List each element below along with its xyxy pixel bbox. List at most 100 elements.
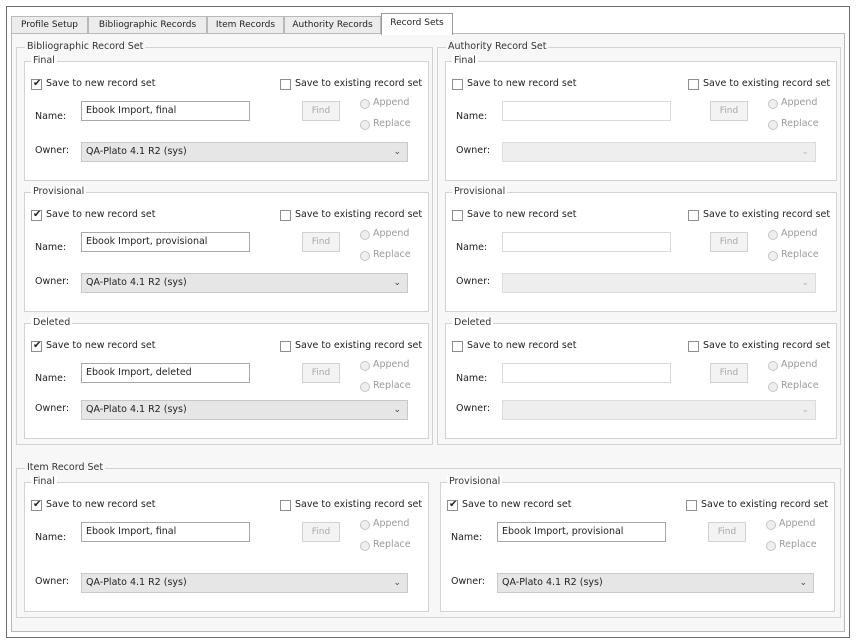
find-button[interactable]: Find bbox=[708, 522, 746, 542]
owner-value: QA-Plato 4.1 R2 (sys) bbox=[86, 277, 187, 288]
replace-radio[interactable] bbox=[768, 251, 778, 261]
save-to-new-record-set-checkbox[interactable] bbox=[452, 79, 463, 90]
owner-value: QA-Plato 4.1 R2 (sys) bbox=[86, 404, 187, 415]
save-to-existing-record-set-checkbox[interactable] bbox=[688, 341, 699, 352]
append-label: Append bbox=[373, 518, 410, 529]
save-to-existing-record-set-checkbox[interactable] bbox=[686, 500, 697, 511]
check-icon: ✔ bbox=[33, 78, 42, 89]
append-radio[interactable] bbox=[360, 99, 370, 109]
group-title: Item Record Set bbox=[25, 462, 106, 473]
append-radio[interactable] bbox=[360, 520, 370, 530]
name-label: Name: bbox=[35, 373, 67, 384]
chevron-down-icon: ⌄ bbox=[801, 147, 809, 157]
append-label: Append bbox=[781, 228, 818, 239]
save-to-new-record-set-checkbox[interactable]: ✔ bbox=[31, 340, 42, 352]
owner-label: Owner: bbox=[456, 276, 491, 287]
find-button[interactable]: Find bbox=[302, 232, 340, 252]
tab-record-sets[interactable]: Record Sets bbox=[381, 13, 453, 35]
authority-deleted-section: Deleted Save to new record set Save to e… bbox=[445, 317, 837, 439]
record-set-name-input[interactable] bbox=[502, 101, 671, 121]
record-set-name-input[interactable] bbox=[502, 363, 671, 383]
replace-radio[interactable] bbox=[360, 382, 370, 392]
append-radio[interactable] bbox=[360, 230, 370, 240]
owner-label: Owner: bbox=[451, 576, 486, 587]
save-to-existing-record-set-checkbox[interactable] bbox=[280, 500, 291, 511]
group-title: Authority Record Set bbox=[446, 41, 549, 52]
owner-label: Owner: bbox=[35, 403, 70, 414]
bibliographic-final-section: Final ✔ Save to new record set Save to e… bbox=[24, 55, 429, 181]
save-to-new-record-set-label: Save to new record set bbox=[467, 78, 577, 89]
owner-label: Owner: bbox=[35, 576, 70, 587]
owner-select[interactable]: QA-Plato 4.1 R2 (sys) ⌄ bbox=[81, 273, 408, 293]
tab-item-records[interactable]: Item Records bbox=[207, 16, 284, 34]
save-to-new-record-set-label: Save to new record set bbox=[46, 209, 156, 220]
replace-radio[interactable] bbox=[360, 541, 370, 551]
chevron-down-icon: ⌄ bbox=[801, 405, 809, 415]
append-radio[interactable] bbox=[768, 230, 778, 240]
owner-select[interactable]: ⌄ bbox=[502, 142, 816, 162]
save-to-new-record-set-checkbox[interactable]: ✔ bbox=[447, 499, 458, 511]
owner-value: QA-Plato 4.1 R2 (sys) bbox=[502, 577, 603, 588]
replace-label: Replace bbox=[373, 249, 411, 260]
replace-radio[interactable] bbox=[360, 120, 370, 130]
record-sets-panel: Bibliographic Record Set Authority Recor… bbox=[11, 33, 845, 632]
append-label: Append bbox=[373, 97, 410, 108]
append-label: Append bbox=[779, 518, 816, 529]
save-to-new-record-set-label: Save to new record set bbox=[46, 340, 156, 351]
append-radio[interactable] bbox=[766, 520, 776, 530]
append-radio[interactable] bbox=[768, 99, 778, 109]
record-set-name-input[interactable]: Ebook Import, provisional bbox=[497, 522, 666, 542]
record-set-name-input[interactable]: Ebook Import, final bbox=[81, 522, 250, 542]
find-button[interactable]: Find bbox=[710, 101, 748, 121]
owner-label: Owner: bbox=[456, 145, 491, 156]
save-to-new-record-set-checkbox[interactable]: ✔ bbox=[31, 209, 42, 221]
save-to-new-record-set-label: Save to new record set bbox=[467, 209, 577, 220]
save-to-existing-record-set-checkbox[interactable] bbox=[280, 210, 291, 221]
owner-select[interactable]: QA-Plato 4.1 R2 (sys) ⌄ bbox=[497, 573, 814, 593]
owner-select[interactable]: QA-Plato 4.1 R2 (sys) ⌄ bbox=[81, 142, 408, 162]
owner-label: Owner: bbox=[35, 145, 70, 156]
replace-radio[interactable] bbox=[766, 541, 776, 551]
find-button[interactable]: Find bbox=[710, 363, 748, 383]
chevron-down-icon: ⌄ bbox=[801, 278, 809, 288]
append-label: Append bbox=[781, 97, 818, 108]
replace-radio[interactable] bbox=[360, 251, 370, 261]
find-button[interactable]: Find bbox=[302, 522, 340, 542]
tab-bibliographic-records[interactable]: Bibliographic Records bbox=[88, 16, 207, 34]
tab-profile-setup[interactable]: Profile Setup bbox=[11, 16, 88, 34]
chevron-down-icon: ⌄ bbox=[393, 578, 401, 588]
replace-label: Replace bbox=[781, 118, 819, 129]
append-radio[interactable] bbox=[360, 361, 370, 371]
bibliographic-provisional-section: Provisional ✔ Save to new record set Sav… bbox=[24, 186, 429, 312]
save-to-existing-record-set-checkbox[interactable] bbox=[280, 341, 291, 352]
find-button[interactable]: Find bbox=[302, 101, 340, 121]
save-to-new-record-set-checkbox[interactable]: ✔ bbox=[31, 499, 42, 511]
section-title: Final bbox=[31, 55, 57, 66]
record-set-name-input[interactable]: Ebook Import, deleted bbox=[81, 363, 250, 383]
owner-select[interactable]: QA-Plato 4.1 R2 (sys) ⌄ bbox=[81, 573, 408, 593]
save-to-existing-record-set-checkbox[interactable] bbox=[280, 79, 291, 90]
name-label: Name: bbox=[451, 532, 483, 543]
save-to-existing-record-set-checkbox[interactable] bbox=[688, 210, 699, 221]
save-to-existing-record-set-label: Save to existing record set bbox=[703, 340, 831, 351]
record-set-name-input[interactable]: Ebook Import, provisional bbox=[81, 232, 250, 252]
record-set-name-input[interactable] bbox=[502, 232, 671, 252]
name-label: Name: bbox=[456, 111, 488, 122]
replace-label: Replace bbox=[373, 539, 411, 550]
replace-radio[interactable] bbox=[768, 382, 778, 392]
owner-select[interactable]: ⌄ bbox=[502, 400, 816, 420]
save-to-new-record-set-checkbox[interactable] bbox=[452, 210, 463, 221]
name-label: Name: bbox=[35, 532, 67, 543]
append-radio[interactable] bbox=[768, 361, 778, 371]
find-button[interactable]: Find bbox=[302, 363, 340, 383]
tab-authority-records[interactable]: Authority Records bbox=[284, 16, 381, 34]
replace-radio[interactable] bbox=[768, 120, 778, 130]
save-to-existing-record-set-label: Save to existing record set bbox=[703, 209, 831, 220]
find-button[interactable]: Find bbox=[710, 232, 748, 252]
owner-select[interactable]: QA-Plato 4.1 R2 (sys) ⌄ bbox=[81, 400, 408, 420]
record-set-name-input[interactable]: Ebook Import, final bbox=[81, 101, 250, 121]
save-to-new-record-set-checkbox[interactable] bbox=[452, 341, 463, 352]
save-to-existing-record-set-checkbox[interactable] bbox=[688, 79, 699, 90]
owner-select[interactable]: ⌄ bbox=[502, 273, 816, 293]
save-to-new-record-set-checkbox[interactable]: ✔ bbox=[31, 78, 42, 90]
